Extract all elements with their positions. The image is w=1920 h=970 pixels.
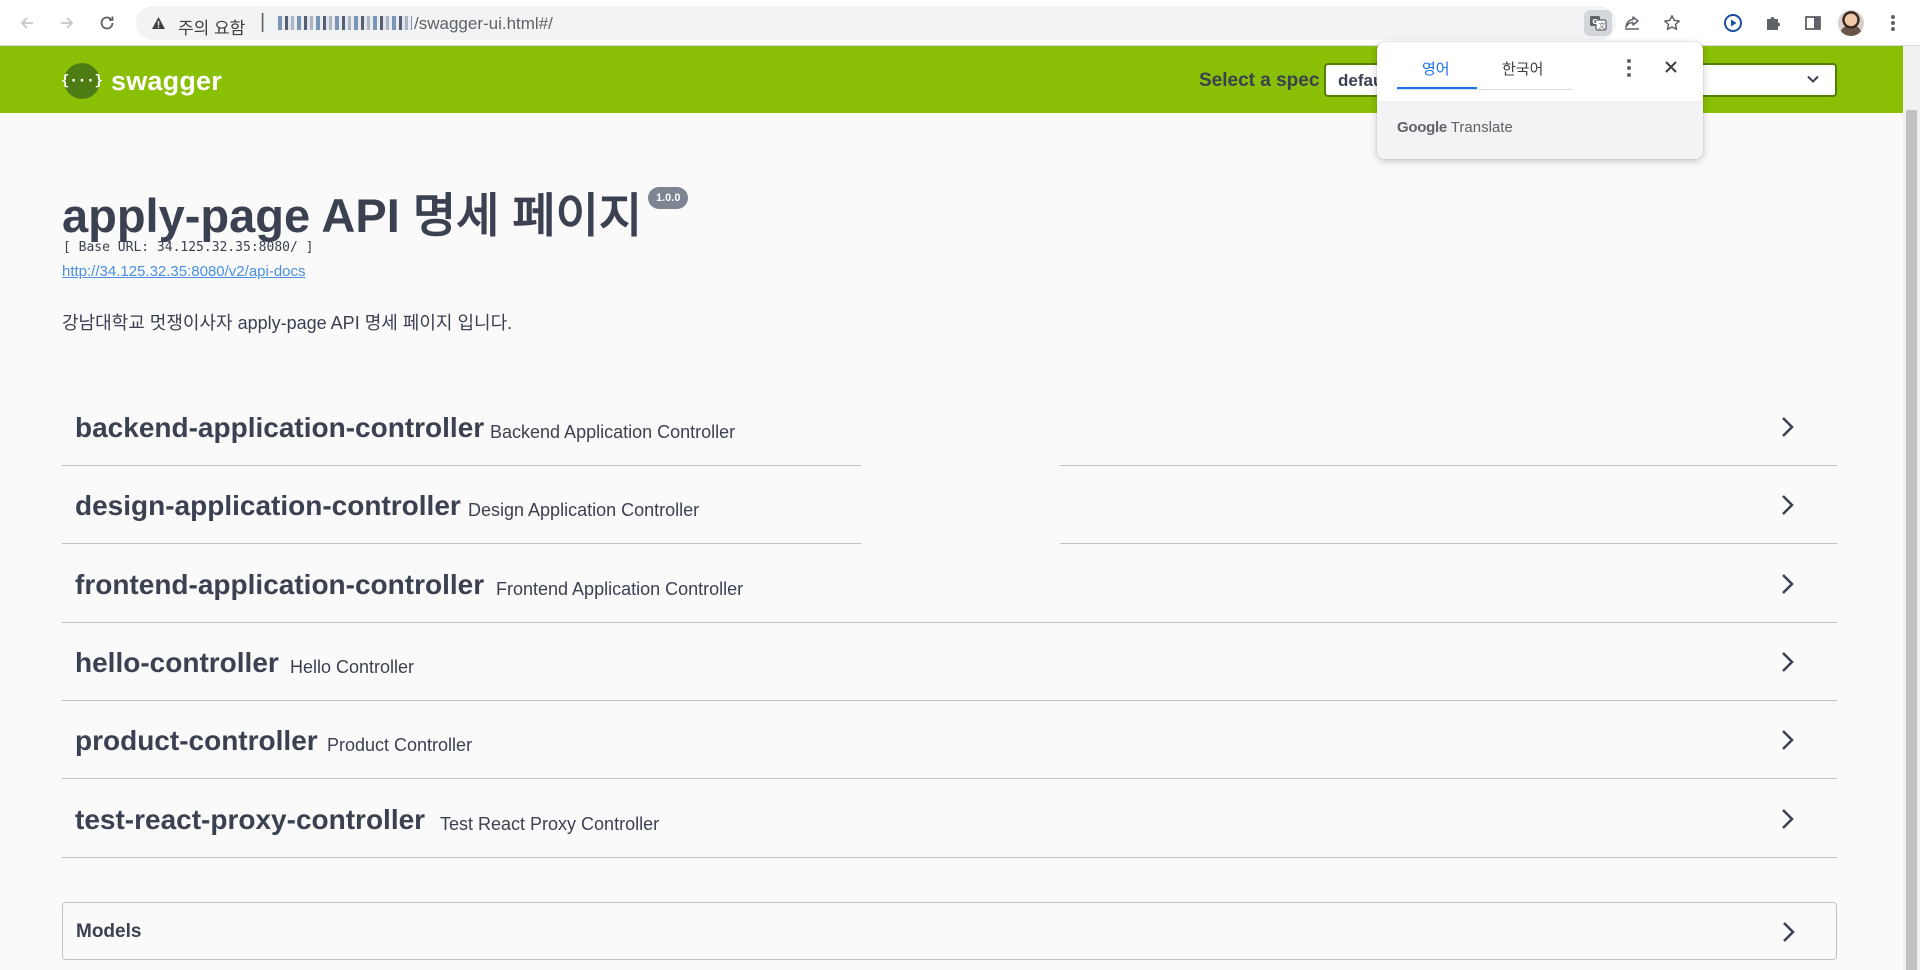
section-divider [62, 778, 1837, 779]
warning-icon [150, 15, 166, 31]
version-badge: 1.0.0 [648, 187, 689, 209]
models-section[interactable]: Models [62, 902, 1837, 960]
api-title: apply-page API 명세 페이지 [62, 189, 643, 242]
controller-section-design[interactable]: design-application-controller Design App… [62, 466, 1837, 544]
kebab-menu-icon [1891, 15, 1895, 31]
chevron-right-icon[interactable] [1774, 727, 1800, 753]
scrollbar-thumb[interactable] [1906, 110, 1917, 970]
translate-options-button[interactable] [1619, 56, 1639, 80]
tab-source-language[interactable]: 영어 [1422, 58, 1450, 79]
url-path: /swagger-ui.html#/ [414, 14, 553, 33]
chevron-right-icon[interactable] [1774, 806, 1800, 832]
translate-close-button[interactable] [1660, 56, 1682, 78]
controller-name[interactable]: test-react-proxy-controller [75, 804, 425, 836]
models-label: Models [76, 921, 142, 942]
chevron-right-icon[interactable] [1774, 414, 1800, 440]
browser-menu-button[interactable] [1878, 8, 1908, 38]
google-wordmark: Google [1397, 119, 1447, 136]
tab-divider [1397, 89, 1573, 90]
chevron-down-icon [1807, 75, 1819, 83]
reload-icon [100, 16, 114, 30]
controller-description: Backend Application Controller [490, 422, 736, 442]
controller-description: Frontend Application Controller [496, 579, 744, 599]
controller-section-test-react-proxy[interactable]: test-react-proxy-controller Test React P… [62, 780, 1837, 858]
tab-target-language[interactable]: 한국어 [1502, 58, 1543, 79]
controller-description: Design Application Controller [468, 500, 700, 520]
play-circle-icon [1724, 14, 1742, 32]
swagger-logo-text[interactable]: swagger [111, 66, 222, 97]
controller-name[interactable]: hello-controller [75, 647, 279, 679]
browser-toolbar: 주의 요함 | /swagger-ui.html#/ G文 [0, 0, 1920, 46]
page-scrollbar[interactable] [1903, 46, 1920, 970]
side-panel-icon [1805, 16, 1821, 30]
close-icon [1665, 61, 1677, 73]
kebab-dot-icon [1627, 59, 1631, 63]
share-icon [1625, 16, 1639, 30]
chevron-right-icon[interactable] [1774, 492, 1800, 518]
translate-footer: Google Translate [1377, 101, 1703, 159]
side-panel-button[interactable] [1798, 8, 1828, 38]
controller-name[interactable]: design-application-controller [75, 490, 461, 522]
forward-button[interactable] [52, 8, 82, 38]
arrow-right-icon [61, 17, 74, 29]
section-divider [62, 857, 1837, 858]
controller-section-product[interactable]: product-controller Product Controller [62, 701, 1837, 779]
controller-name[interactable]: backend-application-controller [75, 412, 484, 444]
url-separator: | [260, 11, 266, 33]
controller-section-backend[interactable]: backend-application-controller Backend A… [62, 388, 1837, 466]
controller-description: Product Controller [327, 735, 473, 755]
active-tab-indicator [1397, 87, 1477, 89]
base-url: [ Base URL: 34.125.32.35:8080/ ] [63, 240, 314, 255]
section-divider [62, 543, 861, 544]
puzzle-icon [1767, 17, 1780, 30]
chevron-right-icon[interactable] [1774, 571, 1800, 597]
svg-text:文: 文 [1599, 21, 1606, 30]
chevron-right-icon[interactable] [1774, 649, 1800, 675]
back-button[interactable] [12, 8, 42, 38]
controller-name[interactable]: frontend-application-controller [75, 569, 484, 601]
google-translate-brand: Google Translate [1397, 119, 1513, 136]
not-secure-label: 주의 요함 [178, 19, 246, 38]
star-icon [1664, 15, 1680, 31]
select-spec-label: Select a spec [1199, 70, 1320, 91]
api-docs-link[interactable]: http://34.125.32.35:8080/v2/api-docs [62, 263, 306, 280]
api-description: 강남대학교 멋쟁이사자 apply-page API 명세 페이지 입니다. [62, 313, 513, 333]
profile-avatar[interactable] [1838, 10, 1864, 36]
kebab-dot-icon [1627, 73, 1631, 77]
kebab-dot-icon [1627, 66, 1631, 70]
bookmark-button[interactable] [1658, 10, 1686, 36]
translate-popup: 영어 한국어 Google Translate [1377, 42, 1703, 159]
controller-description: Test React Proxy Controller [440, 814, 660, 834]
translate-wordmark: Translate [1450, 119, 1513, 136]
address-bar[interactable]: 주의 요함 | /swagger-ui.html#/ G文 [136, 6, 1680, 40]
translate-icon: G文 [1590, 16, 1607, 31]
chevron-right-icon[interactable] [1775, 919, 1801, 945]
controller-description: Hello Controller [290, 657, 415, 677]
extensions-button[interactable] [1758, 8, 1788, 38]
svg-text:G: G [1592, 18, 1598, 26]
section-divider [1060, 543, 1837, 544]
controller-name[interactable]: product-controller [75, 725, 318, 757]
swagger-logo-icon[interactable]: {···} [61, 63, 103, 99]
arrow-left-icon [20, 17, 33, 29]
translate-page-button[interactable]: G文 [1584, 10, 1612, 36]
reload-button[interactable] [92, 8, 122, 38]
controller-section-hello[interactable]: hello-controller Hello Controller [62, 623, 1837, 701]
controller-section-frontend[interactable]: frontend-application-controller Frontend… [62, 545, 1837, 623]
redacted-host [278, 16, 412, 30]
share-button[interactable] [1618, 10, 1646, 36]
media-control-button[interactable] [1718, 8, 1748, 38]
